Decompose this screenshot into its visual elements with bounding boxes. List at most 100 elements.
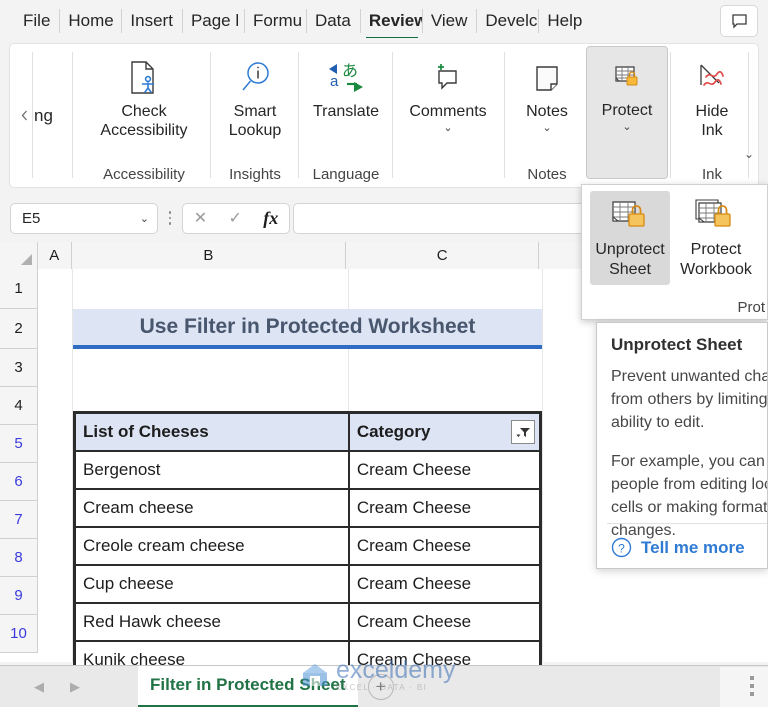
column-header-a[interactable]: A xyxy=(37,242,72,269)
ribbon-group-comments: Comments ⌄ xyxy=(396,48,500,185)
fx-icon[interactable]: fx xyxy=(263,208,278,229)
row-header-9[interactable]: 9 xyxy=(0,577,38,615)
triangle-left-icon[interactable]: ◀ xyxy=(34,679,44,695)
unprotect-sheet-menu-item[interactable]: Unprotect Sheet xyxy=(590,191,670,285)
tab-help[interactable]: Help xyxy=(538,4,591,38)
tab-label: Page l xyxy=(190,11,240,30)
column-header-b[interactable]: B xyxy=(71,242,347,269)
tab-review[interactable]: Review xyxy=(359,4,422,38)
sheet-tab-filter-in-protected-sheet[interactable]: Filter in Protected Sheet xyxy=(138,665,358,707)
cell-cheese-name[interactable]: Bergenost xyxy=(75,451,349,489)
cell-category[interactable]: Cream Cheese xyxy=(348,603,540,641)
label-text: Check Accessibility xyxy=(100,103,188,139)
row-header-column: 1 2 3 4 5 6 7 8 9 10 xyxy=(0,269,38,653)
tab-label: Insert xyxy=(130,11,173,30)
link-label: Tell me more xyxy=(641,537,745,557)
table-row: Cream cheese Cream Cheese xyxy=(75,489,540,527)
protect-button[interactable]: Protect ⌄ xyxy=(586,46,668,179)
icon-wrap xyxy=(692,54,732,102)
protect-workbook-icon xyxy=(695,199,731,227)
group-label: Language xyxy=(312,166,380,183)
name-box[interactable]: E5 ⌄ xyxy=(10,202,158,234)
row-header-1[interactable]: 1 xyxy=(0,269,38,309)
row-header-5[interactable]: 5 xyxy=(0,425,38,463)
row-header-8[interactable]: 8 xyxy=(0,539,38,577)
table-row: Red Hawk cheese Cream Cheese xyxy=(75,603,540,641)
row-header-2[interactable]: 2 xyxy=(0,309,38,349)
notes-button[interactable]: Notes ⌄ xyxy=(520,48,574,136)
comments-pane-button[interactable] xyxy=(720,5,758,37)
protect-sheet-icon xyxy=(615,66,638,86)
row-header-3[interactable]: 3 xyxy=(0,349,38,387)
worksheet-title-cell[interactable]: Use Filter in Protected Worksheet xyxy=(73,309,542,349)
ribbon-group-ink: Hide Ink Ink xyxy=(676,48,748,185)
ribbon-scroll-left-button[interactable] xyxy=(16,44,32,187)
row-header-4[interactable]: 4 xyxy=(0,387,38,425)
row-header-10[interactable]: 10 xyxy=(0,615,38,653)
select-all-corner[interactable] xyxy=(0,242,38,269)
confirm-check-icon[interactable]: ✓ xyxy=(228,208,241,228)
chevron-down-icon[interactable]: ⌄ xyxy=(140,212,149,225)
cell-category[interactable]: Cream Cheese xyxy=(348,565,540,603)
button-label: Protect xyxy=(601,102,653,119)
row-header-6[interactable]: 6 xyxy=(0,463,38,501)
filter-dropdown-icon[interactable] xyxy=(511,420,535,444)
tell-me-more-link[interactable]: ? Tell me more xyxy=(611,537,745,558)
button-label: Notes xyxy=(526,103,568,120)
tab-label: Home xyxy=(68,11,114,30)
cell-cheese-name[interactable]: Cup cheese xyxy=(75,565,349,603)
ribbon-group-partial: ng xyxy=(34,44,74,187)
tab-insert[interactable]: Insert xyxy=(121,4,182,38)
tab-file[interactable]: File xyxy=(14,4,59,38)
notes-icon xyxy=(536,66,558,91)
cell-cheese-name[interactable]: Cream cheese xyxy=(75,489,349,527)
sheet-tab-more-button[interactable] xyxy=(750,676,754,696)
tab-developer[interactable]: Develс xyxy=(476,4,538,38)
triangle-right-icon[interactable]: ▶ xyxy=(70,679,80,695)
chevron-down-icon[interactable]: ⌄ xyxy=(542,122,551,134)
ribbon-separator xyxy=(392,52,393,178)
tooltip-body: Prevent unwanted changes from others by … xyxy=(597,365,767,542)
cell-cheese-name[interactable]: Red Hawk cheese xyxy=(75,603,349,641)
ribbon-separator xyxy=(72,52,73,178)
vertical-dots-icon[interactable] xyxy=(160,211,180,225)
dropdown-items: Unprotect Sheet Protect Workbook xyxy=(582,185,767,285)
group-label: Notes xyxy=(527,166,567,183)
tab-view[interactable]: View xyxy=(421,4,477,38)
icon-wrap xyxy=(235,54,275,102)
vertical-dots-icon xyxy=(750,676,754,680)
translate-icon: a あ xyxy=(328,61,363,92)
column-header-c[interactable]: C xyxy=(346,242,540,269)
tab-formulas[interactable]: Formu xyxy=(243,4,306,38)
check-accessibility-button[interactable]: Check Accessibility xyxy=(80,48,208,142)
ribbon-separator xyxy=(210,52,211,178)
button-label: Comments xyxy=(409,103,487,120)
label-text: Smart Lookup xyxy=(228,103,282,139)
chevron-down-icon[interactable]: ⌄ xyxy=(443,122,452,134)
hide-ink-button[interactable]: Hide Ink xyxy=(683,48,741,142)
comments-button[interactable]: Comments ⌄ xyxy=(403,48,492,136)
cancel-x-icon[interactable]: ✕ xyxy=(194,208,207,228)
table-header-category[interactable]: Category xyxy=(348,413,540,451)
tab-data[interactable]: Data xyxy=(305,4,360,38)
tab-page-layout[interactable]: Page l xyxy=(181,4,244,38)
cell-category[interactable]: Cream Cheese xyxy=(348,451,540,489)
cell-category[interactable]: Cream Cheese xyxy=(348,489,540,527)
table-header-cheeses[interactable]: List of Cheeses xyxy=(75,413,349,451)
add-sheet-button[interactable]: + xyxy=(367,673,394,700)
tab-home[interactable]: Home xyxy=(59,4,121,38)
label-text: Hide Ink xyxy=(695,103,729,139)
smart-lookup-button[interactable]: Smart Lookup xyxy=(215,48,295,142)
cell-cheese-name[interactable]: Creole cream cheese xyxy=(75,527,349,565)
protect-workbook-menu-item[interactable]: Protect Workbook xyxy=(676,191,756,285)
cell-category[interactable]: Cream Cheese xyxy=(348,527,540,565)
ribbon-expand-button[interactable]: ⌄ xyxy=(744,147,754,161)
row-header-7[interactable]: 7 xyxy=(0,501,38,539)
gridline xyxy=(542,269,543,662)
table-header-row: List of Cheeses Category xyxy=(75,413,540,451)
translate-button[interactable]: a あ Translate xyxy=(307,48,385,123)
smart-lookup-icon xyxy=(242,62,269,91)
chevron-down-icon[interactable]: ⌄ xyxy=(622,121,631,133)
button-label: Smart Lookup xyxy=(221,102,289,140)
partial-group-label: ng xyxy=(34,105,53,125)
